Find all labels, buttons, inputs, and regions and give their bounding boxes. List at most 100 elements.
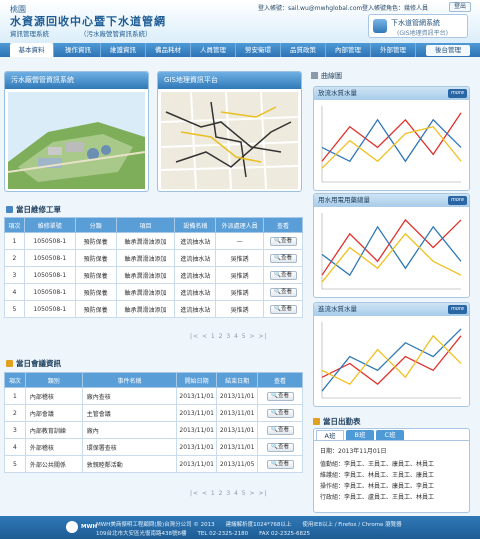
view-button[interactable]: 🔍查看 [269,304,297,314]
shift-line: 操作組：李員工、林員工、康員工、李員工 [320,483,435,490]
nav-item-basic[interactable]: 基本資料 [10,43,54,57]
backend-admin-button[interactable]: 後台管理 [426,45,470,56]
view-button[interactable]: 🔍查看 [266,425,294,435]
meeting-col-index: 項次 [4,372,26,388]
chart-section-text: 曲線圖 [321,72,342,80]
shift-section-title: 當日出勤表 [313,416,361,427]
view-button[interactable]: 🔍查看 [269,270,297,280]
wrench-icon [6,206,13,213]
repair-pager[interactable]: |< < 1 2 3 4 5 > >| [190,333,268,340]
meeting-col-start: 開始日期 [176,372,218,388]
app-title: 水資源回收中心暨下水道管網 [10,15,166,28]
view-button[interactable]: 🔍查看 [269,287,297,297]
repair-table: 項次 維修單號 分類 項目 設備名稱 外派處理人員 查看 1 1050508-1 預… [4,217,303,318]
meeting-pager[interactable]: |< < 1 2 3 4 5 > >| [190,490,268,497]
magnifier-icon: 🔍 [274,288,281,295]
nav-item-operation[interactable]: 操作資訊 [56,43,101,57]
gis-platform-title: GIS地理資訊平台 [158,72,301,89]
repair-col-no: 維修單號 [23,217,76,233]
company-logo-text: MWH [81,524,98,530]
nav-item-external[interactable]: 外部管理 [371,43,416,57]
view-button[interactable]: 🔍查看 [266,459,294,469]
series-line-2 [321,118,462,163]
repair-title-text: 當日維修工單 [16,205,61,214]
view-button[interactable]: 🔍查看 [266,408,294,418]
gis-system-link[interactable]: 下水道管網系統 (GIS地理資訊平台) [368,14,468,38]
chart-icon [311,72,318,79]
login-role: 登入帳號角色：幾修人員 [362,5,429,12]
calendar-icon [313,418,320,425]
meeting-col-end: 結束日期 [216,372,259,388]
effluent-chart [321,106,462,183]
shift-line: 維護組：李員工、林員工、王員工、康員工 [320,472,435,479]
tab-shift-a[interactable]: A班 [316,430,344,440]
chart-panel-influent: 進流水質水量 more [313,302,470,407]
meeting-table: 項次 類別 事件名稱 開始日期 結束日期 查看 1 內部稽核 廠內查核 2013/11… [4,372,303,473]
table-row: 1 內部稽核 廠內查核 2013/11/01 2013/11/01 🔍查看 [4,387,303,405]
table-row: 3 內部教育訓練 廠內 2013/11/01 2013/11/01 🔍查看 [4,421,303,439]
logout-button[interactable]: 登出 [449,2,471,12]
calendar-icon [6,360,13,367]
view-button[interactable]: 🔍查看 [266,391,294,401]
view-button[interactable]: 🔍查看 [269,253,297,263]
nav-item-quality[interactable]: 品質政策 [281,43,326,57]
more-button[interactable]: more [448,196,467,205]
chart-title: 進流水質水量 [318,305,357,313]
table-row: 2 1050508-1 預防保養 軸承潤滑油添加 進流抽水站 吳惟誘 🔍查看 [4,249,303,267]
utility-chart [321,213,462,290]
gis-platform-card[interactable]: GIS地理資訊平台 [157,71,302,192]
plant-aerial-image [8,92,145,189]
chart-title: 用水用電用藥總量 [318,196,370,204]
shift-line: 值勤組：李員工、王員工、康員工、林員工 [320,461,435,468]
header: 桃園 水資源回收中心暨下水道管網 資訊管理系統 （污水廠營管資訊系統） 登入帳號… [0,0,480,43]
chart-axis [321,322,461,399]
magnifier-icon: 🔍 [271,409,278,416]
shift-panel: A班 B班 C班 日期：2013年11月01日 值勤組：李員工、王員工、康員工、… [313,428,470,513]
magnifier-icon: 🔍 [274,237,281,244]
view-button[interactable]: 🔍查看 [266,442,294,452]
more-button[interactable]: more [448,305,467,314]
chart-panel-effluent: 放流水質水量 more [313,86,470,191]
shift-date: 日期：2013年11月01日 [320,448,387,455]
repair-col-index: 項次 [4,217,25,233]
table-row: 5 外部公共關係 敦親睦鄰活動 2013/11/01 2013/11/05 🔍查看 [4,455,303,473]
meeting-section-title: 當日會議資訊 [6,358,61,369]
nav-item-parts[interactable]: 備品耗材 [146,43,191,57]
magnifier-icon: 🔍 [274,254,281,261]
influent-chart [321,322,462,399]
table-row: 1 1050508-1 預防保養 軸承潤滑油添加 進流抽水站 — 🔍查看 [4,232,303,250]
company-logo-icon [66,521,78,533]
nav-item-internal[interactable]: 內部管理 [326,43,371,57]
table-row: 4 1050508-1 預防保養 軸承潤滑油添加 進流抽水站 吳惟誘 🔍查看 [4,283,303,301]
magnifier-icon: 🔍 [271,443,278,450]
table-row: 3 1050508-1 預防保養 軸承潤滑油添加 進流抽水站 吳惟誘 🔍查看 [4,266,303,284]
meeting-title-text: 當日會議資訊 [16,359,61,368]
magnifier-icon: 🔍 [271,392,278,399]
series-line-3 [321,334,462,385]
nav-item-maintenance[interactable]: 維護資訊 [101,43,146,57]
magnifier-icon: 🔍 [274,271,281,278]
tab-shift-c[interactable]: C班 [376,430,404,440]
nav-item-staff[interactable]: 人員管理 [191,43,236,57]
chart-section-title: 曲線圖 [311,71,342,81]
more-button[interactable]: more [448,89,467,98]
footer-line-1: MWH美商傑明工程顧問(股)台灣分公司 © 2013 建議解析度1024*768… [96,522,402,528]
table-row: 2 內部會議 主管會議 2013/11/01 2013/11/01 🔍查看 [4,404,303,422]
repair-col-item: 項目 [115,217,176,233]
tab-shift-b[interactable]: B班 [346,430,374,440]
view-button[interactable]: 🔍查看 [269,236,297,246]
repair-section-title: 當日維修工單 [6,204,61,215]
series-line-1 [321,112,462,162]
gis-map-image [161,92,298,189]
nav-item-safety[interactable]: 勞安衛環 [236,43,281,57]
main-nav: 基本資料 操作資訊 維護資訊 備品耗材 人員管理 勞安衛環 品質政策 內部管理 … [0,43,480,57]
repair-col-view: 查看 [263,217,303,233]
tab-divider [314,440,469,441]
meeting-col-event: 事件名稱 [81,372,178,388]
meeting-col-type: 類別 [24,372,83,388]
app-subtitle-en: （污水廠營管資訊系統） [80,30,152,38]
plant-system-card[interactable]: 污水廠營管資訊系統 [4,71,149,192]
gis-system-title: 下水道管網系統 [391,19,440,27]
shift-title-text: 當日出勤表 [323,417,361,426]
table-row: 4 外部稽核 環保署查核 2013/11/01 2013/11/01 🔍查看 [4,438,303,456]
